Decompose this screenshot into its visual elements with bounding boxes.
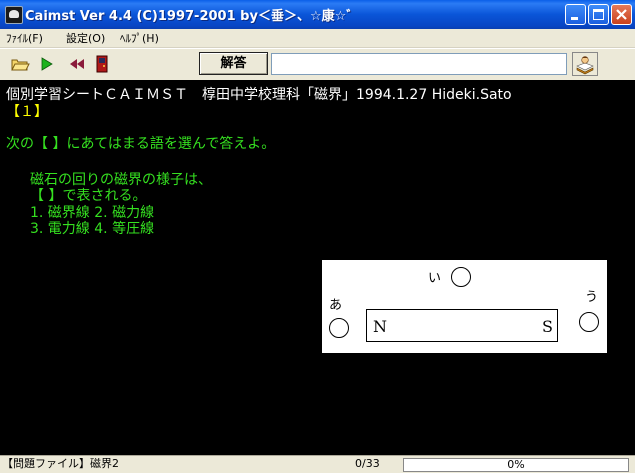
app-window: Caimst Ver 4.4 (C)1997-2001 by＜垂＞、☆康☆゛ ﾌ… xyxy=(0,0,635,473)
minimize-icon xyxy=(571,17,578,20)
progress-text: 0% xyxy=(507,458,525,471)
label-a: あ xyxy=(329,298,343,313)
answer-input[interactable] xyxy=(271,53,567,75)
open-folder-icon xyxy=(11,59,30,71)
exit-button[interactable] xyxy=(92,55,112,73)
open-folder-button[interactable] xyxy=(10,55,30,73)
status-count: 0/33 xyxy=(355,458,380,470)
rewind-button[interactable] xyxy=(67,55,87,73)
window-title: Caimst Ver 4.4 (C)1997-2001 by＜垂＞、☆康☆゛ xyxy=(25,9,360,24)
play-icon xyxy=(41,57,53,71)
menu-help[interactable]: ﾍﾙﾌﾟ(H) xyxy=(120,30,159,46)
menu-file[interactable]: ﾌｧｲﾙ(F) xyxy=(6,30,43,46)
menu-settings[interactable]: 設定(O) xyxy=(66,30,105,46)
south-pole-label: S xyxy=(542,317,553,336)
status-file: 【問題ファイル】磁界2 xyxy=(2,458,119,470)
answer-button[interactable]: 解答 xyxy=(199,52,268,75)
point-i-circle xyxy=(451,267,471,287)
app-icon[interactable] xyxy=(5,6,23,24)
close-button[interactable] xyxy=(611,4,632,25)
rewind-icon xyxy=(70,59,84,69)
choice-line: 3. 電力線 4. 等圧線 xyxy=(30,221,155,237)
point-u-circle xyxy=(579,312,599,332)
sheet-header: 個別学習シートＣＡＩＭＳＴ 椁田中学校理科「磁界」1994.1.27 Hidek… xyxy=(6,87,512,103)
question-number: 【１】 xyxy=(6,104,48,120)
toolbar: 解答 xyxy=(0,48,635,81)
menu-bar: ﾌｧｲﾙ(F) 設定(O) ﾍﾙﾌﾟ(H) xyxy=(0,29,635,48)
instruction-text: 次の【 】にあてはまる語を選んで答えよ。 xyxy=(6,136,276,152)
exit-door-icon xyxy=(96,55,108,73)
maximize-button[interactable] xyxy=(588,4,609,25)
magnet-figure: い あ う N S xyxy=(322,260,607,353)
choice-line: 1. 磁界線 2. 磁力線 xyxy=(30,205,155,221)
help-book-icon xyxy=(576,56,594,75)
maximize-icon xyxy=(593,9,604,20)
label-u: う xyxy=(585,290,599,305)
play-button[interactable] xyxy=(37,55,57,73)
help-button[interactable] xyxy=(572,52,598,76)
label-i: い xyxy=(428,271,442,286)
question-line: 【 】で表される。 xyxy=(30,188,147,204)
progress-bar: 0% xyxy=(403,458,629,472)
status-bar: 【問題ファイル】磁界2 0/33 0% xyxy=(0,455,635,473)
point-a-circle xyxy=(329,318,349,338)
title-bar[interactable]: Caimst Ver 4.4 (C)1997-2001 by＜垂＞、☆康☆゛ xyxy=(0,0,635,29)
question-line: 磁石の回りの磁界の様子は、 xyxy=(30,172,212,188)
minimize-button[interactable] xyxy=(565,4,586,25)
north-pole-label: N xyxy=(373,317,387,336)
close-icon xyxy=(616,9,627,20)
content-area: 個別学習シートＣＡＩＭＳＴ 椁田中学校理科「磁界」1994.1.27 Hidek… xyxy=(0,80,635,455)
bar-magnet: N S xyxy=(366,309,558,342)
